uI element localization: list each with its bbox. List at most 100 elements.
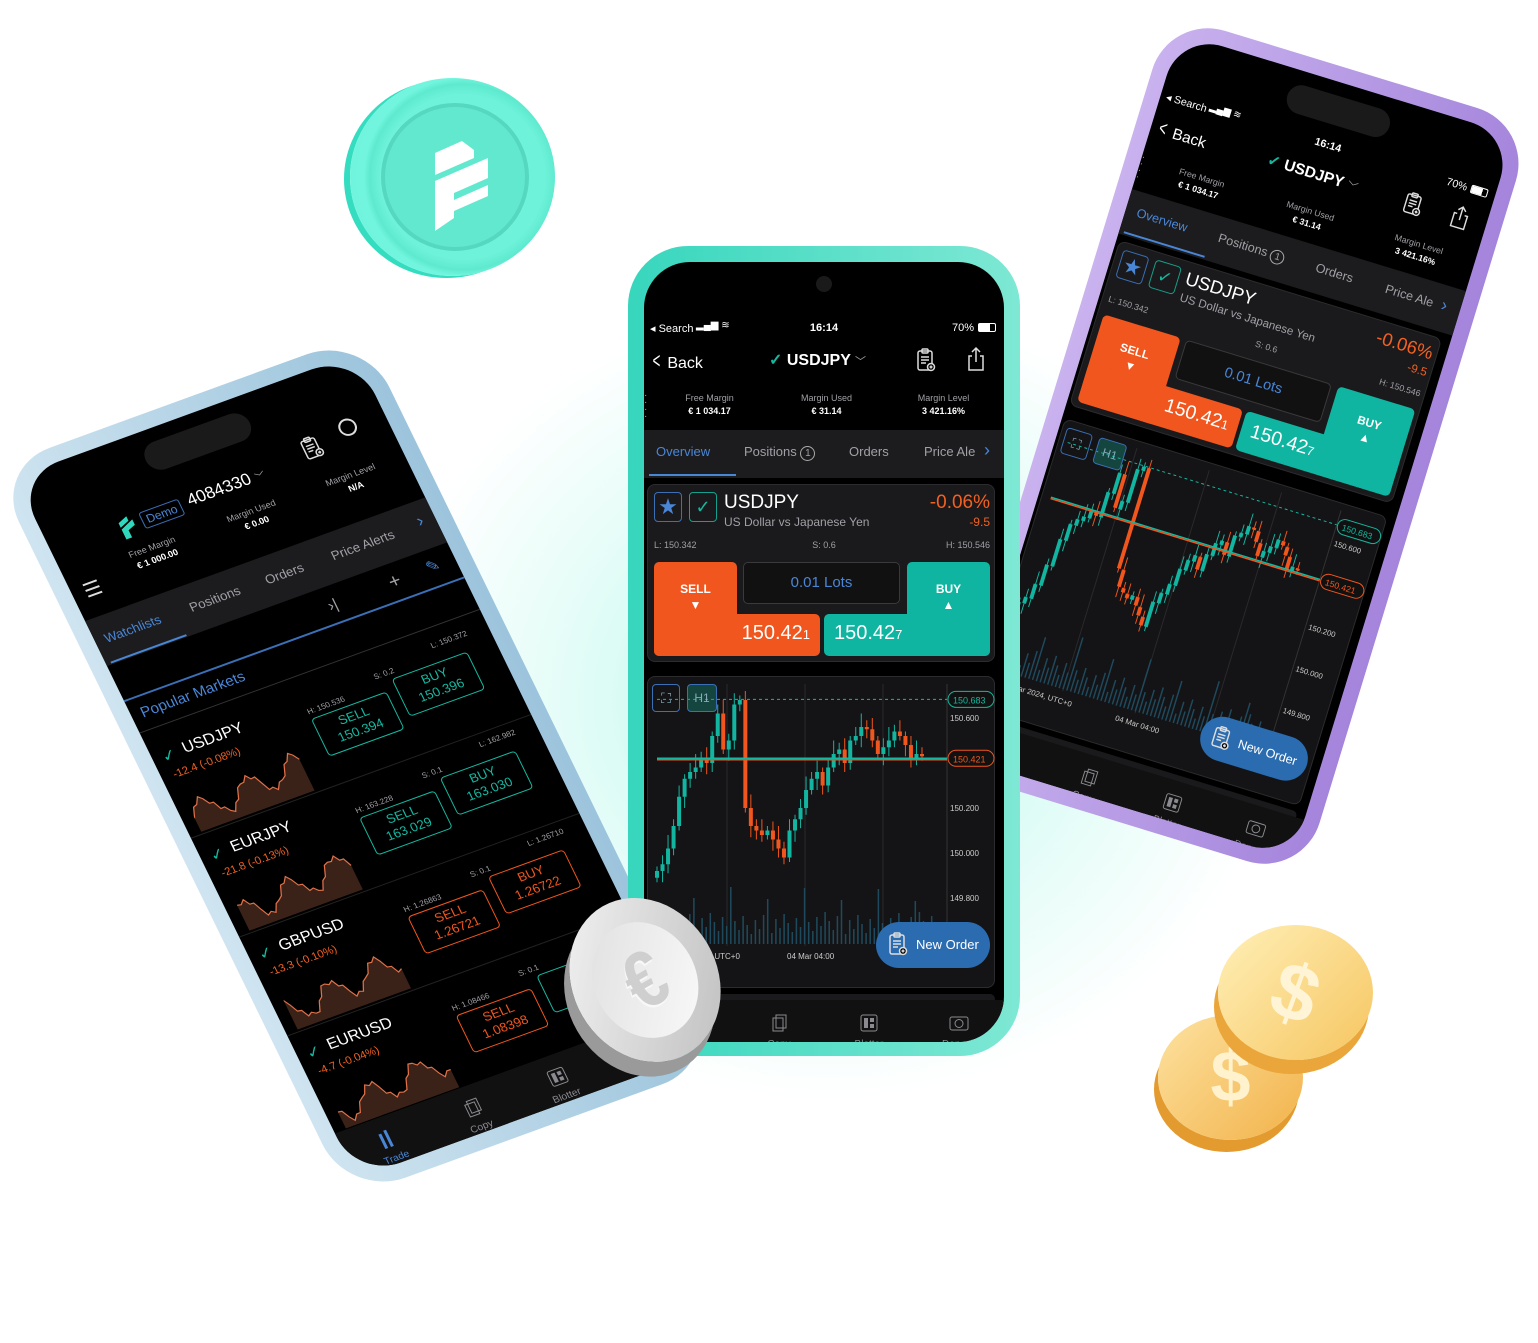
candle bbox=[1251, 527, 1257, 531]
fullscreen-button[interactable]: ⛶ bbox=[652, 684, 680, 712]
candle bbox=[1141, 466, 1147, 472]
nav-blotter[interactable]: Blotter bbox=[520, 1055, 603, 1113]
watchlist-check-button[interactable]: ✓ bbox=[689, 492, 717, 522]
search-icon[interactable] bbox=[335, 416, 361, 439]
positions-count-badge: 1 bbox=[800, 446, 816, 461]
candles-icon bbox=[378, 1129, 394, 1150]
row-buy-button[interactable]: BUY 163.030 bbox=[439, 750, 534, 816]
timeframe-button[interactable]: H1 bbox=[687, 684, 717, 712]
hamburger-menu-icon[interactable]: ☰ bbox=[79, 575, 107, 604]
trade-screen-tilted: ◂ Search ▂▄▆ ≋ 16:14 70% < Back ✓ USDJPY… bbox=[958, 33, 1514, 859]
candle bbox=[1116, 569, 1126, 588]
new-order-icon[interactable] bbox=[916, 348, 936, 372]
nav-label: Blotter bbox=[855, 1039, 884, 1042]
new-order-label: New Order bbox=[1236, 736, 1299, 769]
candle bbox=[1120, 587, 1126, 593]
tab-positions[interactable]: Positions 1 bbox=[744, 444, 816, 461]
chevron-down-icon: ﹀ bbox=[855, 356, 867, 368]
candle bbox=[781, 848, 786, 858]
candle bbox=[798, 808, 803, 820]
dollar-coin-front: $ bbox=[1218, 925, 1373, 1060]
check-icon: ✓ bbox=[769, 352, 783, 369]
current-price-label: 150.421 bbox=[953, 754, 986, 764]
volume-bar bbox=[1191, 718, 1197, 730]
deposit-icon bbox=[949, 1016, 969, 1031]
candle bbox=[804, 790, 809, 808]
back-button[interactable]: < Back bbox=[1153, 115, 1209, 154]
volume-bar bbox=[1130, 694, 1137, 711]
account-stat: Margin Level 3 421.16% bbox=[886, 393, 1001, 416]
lots-input[interactable]: 0.01 Lots bbox=[743, 562, 900, 604]
candle bbox=[770, 830, 775, 840]
x-tick-label: 04 Mar 04:00 bbox=[787, 952, 835, 961]
edit-pencil-icon[interactable]: ✎ bbox=[422, 555, 443, 578]
volume-bar bbox=[1126, 684, 1136, 710]
stat-value: 3 421.16% bbox=[921, 406, 966, 416]
nav-deposit[interactable]: Deposit bbox=[924, 1012, 994, 1042]
row-low: L: 162.982 bbox=[477, 727, 517, 749]
candle bbox=[908, 745, 913, 759]
demo-badge: Demo bbox=[138, 498, 186, 530]
share-icon[interactable] bbox=[966, 346, 986, 372]
candle bbox=[754, 826, 759, 831]
nav-copy[interactable]: Copy bbox=[1049, 757, 1125, 812]
tab-overview[interactable]: Overview bbox=[656, 444, 710, 459]
back-to-app[interactable]: ◂ Search bbox=[650, 322, 693, 335]
candle bbox=[1280, 540, 1286, 547]
tabs-scroll-right-icon[interactable]: › bbox=[984, 440, 990, 461]
volume-bar bbox=[1161, 706, 1167, 720]
nav-copy[interactable]: Copy bbox=[744, 1012, 814, 1042]
trade-screen: ◂ Search ▂▄▆ ≋ 16:14 70% < Back ✓ USDJPY… bbox=[644, 262, 1004, 1042]
change-points: -9.5 bbox=[969, 515, 990, 529]
candle bbox=[1063, 523, 1073, 542]
more-dots-icon[interactable]: · · · · bbox=[644, 391, 647, 422]
add-icon[interactable]: + bbox=[385, 570, 406, 595]
check-icon: ✓ bbox=[159, 746, 180, 767]
candle bbox=[732, 704, 737, 741]
buy-price: 150.427 bbox=[834, 622, 903, 644]
candle bbox=[1124, 593, 1130, 599]
nav-blotter[interactable]: Blotter bbox=[1132, 783, 1208, 838]
grid-line bbox=[1062, 448, 1138, 692]
battery-level: 70% bbox=[952, 322, 975, 334]
nav-copy[interactable]: Copy bbox=[435, 1086, 518, 1144]
row-buy-button[interactable]: BUY 150.396 bbox=[391, 651, 486, 717]
grid-line bbox=[1206, 492, 1283, 736]
sell-arrow-icon: ▼ bbox=[689, 598, 702, 612]
candle bbox=[1050, 538, 1063, 567]
volume-bar bbox=[1134, 659, 1152, 712]
favorite-star-button[interactable]: ★ bbox=[654, 492, 682, 522]
battery-level: 70% bbox=[1444, 176, 1469, 194]
tab-orders[interactable]: Orders bbox=[849, 444, 889, 459]
candle bbox=[820, 772, 825, 786]
new-order-icon[interactable] bbox=[1401, 190, 1426, 218]
check-icon: ✓ bbox=[207, 845, 228, 865]
buy-arrow-icon: ▲ bbox=[942, 598, 955, 612]
volume-bar bbox=[1020, 653, 1029, 677]
symbol-selector[interactable]: ✓ USDJPY ﹀ bbox=[769, 350, 866, 370]
tab-label: Overview bbox=[656, 444, 711, 459]
candle bbox=[870, 729, 875, 741]
y-tick-label: 150.600 bbox=[1333, 539, 1362, 556]
nav-deposit[interactable]: Deposit bbox=[1216, 808, 1292, 859]
back-to-app[interactable]: ◂ Search bbox=[1164, 91, 1208, 114]
stat-value: € 1 034.17 bbox=[688, 406, 731, 416]
collapse-icon[interactable]: ›| bbox=[325, 596, 342, 615]
new-order-label: New Order bbox=[916, 937, 979, 952]
back-label: Back bbox=[667, 355, 703, 372]
candle bbox=[1219, 540, 1225, 546]
row-buy-button[interactable]: BUY 1.26722 bbox=[487, 849, 582, 915]
check-icon: ✓ bbox=[1265, 152, 1283, 172]
new-order-icon[interactable] bbox=[297, 433, 326, 461]
stat-value: € 31.14 bbox=[811, 406, 842, 416]
candle bbox=[693, 767, 698, 772]
nav-trade[interactable]: Trade bbox=[350, 1117, 433, 1175]
back-button[interactable]: < Back bbox=[650, 348, 703, 374]
new-order-icon[interactable] bbox=[888, 932, 908, 956]
nav-blotter[interactable]: Blotter bbox=[834, 1012, 904, 1042]
volume-bar bbox=[1028, 650, 1038, 680]
status-bar: ◂ Search ▂▄▆ ≋ 16:14 70% bbox=[644, 320, 1004, 338]
change-percent: -0.06% bbox=[929, 492, 990, 513]
tab-price-ale[interactable]: Price Ale bbox=[924, 444, 975, 459]
share-icon[interactable] bbox=[1447, 202, 1473, 232]
